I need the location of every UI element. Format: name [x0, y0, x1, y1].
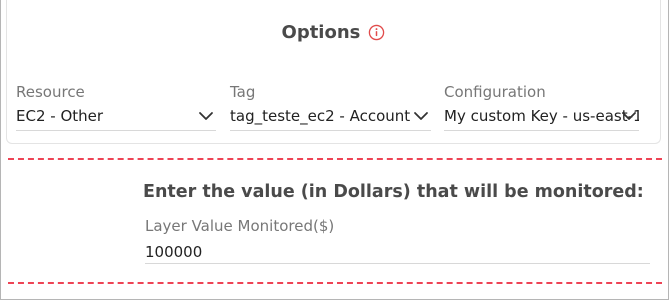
section-divider-top: [8, 158, 662, 160]
tag-selected-value: tag_teste_ec2 - Account: [230, 107, 411, 125]
configuration-field: Configuration My custom Key - us-east-1: [444, 82, 639, 131]
configuration-select[interactable]: My custom Key - us-east-1: [444, 105, 639, 131]
options-header: Options: [7, 22, 660, 43]
chevron-down-icon: [414, 112, 428, 120]
tag-label: Tag: [230, 83, 256, 101]
monitored-value-label: Layer Value Monitored($): [145, 217, 335, 235]
resource-selected-value: EC2 - Other: [16, 107, 104, 125]
configuration-selected-value: My custom Key - us-east-1: [444, 107, 639, 125]
chevron-down-icon: [622, 112, 636, 120]
monitored-value-input[interactable]: [145, 240, 650, 264]
tag-field: Tag tag_teste_ec2 - Account: [230, 82, 431, 131]
section-divider-bottom: [8, 282, 662, 284]
configuration-label: Configuration: [444, 83, 546, 101]
options-title: Options: [281, 22, 361, 43]
monitored-value-field: Layer Value Monitored($): [145, 216, 650, 264]
options-card: Options Resource EC2 - Other Tag tag_tes…: [6, 0, 661, 144]
tag-select[interactable]: tag_teste_ec2 - Account: [230, 105, 431, 131]
chevron-down-icon: [199, 112, 213, 120]
monitor-heading: Enter the value (in Dollars) that will b…: [143, 182, 644, 202]
resource-label: Resource: [16, 83, 85, 101]
resource-select[interactable]: EC2 - Other: [16, 105, 216, 131]
info-circle-icon[interactable]: [368, 24, 385, 41]
resource-field: Resource EC2 - Other: [16, 82, 216, 131]
